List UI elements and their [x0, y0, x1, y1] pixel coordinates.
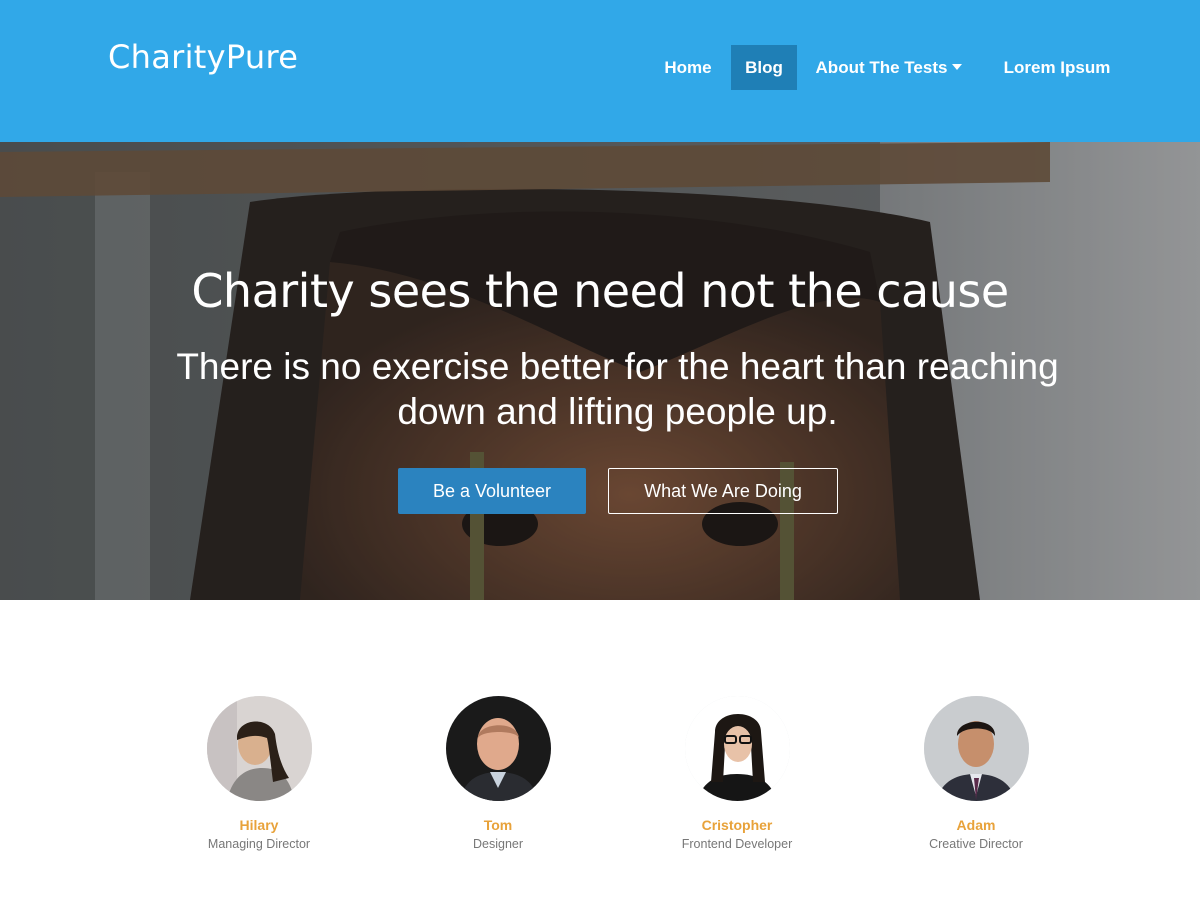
- nav-item-label: Lorem Ipsum: [1003, 58, 1111, 77]
- avatar-photo: [923, 696, 1029, 801]
- nav-item-blog[interactable]: Blog: [731, 45, 797, 90]
- member-role: Creative Director: [929, 837, 1023, 851]
- member-name: Cristopher: [701, 817, 773, 833]
- team-member: Adam Creative Director: [876, 696, 1076, 851]
- volunteer-button[interactable]: Be a Volunteer: [398, 468, 586, 514]
- nav-item-label: About The Tests: [815, 58, 948, 77]
- avatar[interactable]: [923, 696, 1029, 801]
- hero-subtitle: There is no exercise better for the hear…: [176, 346, 1059, 432]
- nav-item-label: Home: [664, 58, 712, 77]
- hero-section: Charity sees the need not the cause Ther…: [0, 142, 1200, 600]
- team-section: Hilary Managing Director Tom Designer Cr…: [0, 600, 1200, 900]
- member-name: Hilary: [239, 817, 279, 833]
- avatar-photo: [684, 696, 790, 801]
- team-member: Tom Designer: [398, 696, 598, 851]
- nav-item-lorem-ipsum[interactable]: Lorem Ipsum: [993, 45, 1121, 90]
- member-role: Designer: [472, 837, 524, 851]
- member-role: Frontend Developer: [681, 837, 793, 851]
- avatar-photo: [206, 696, 312, 801]
- avatar[interactable]: [684, 696, 790, 801]
- member-name: Tom: [483, 817, 513, 833]
- main-nav: Home Blog About The Tests Lorem Ipsum: [0, 45, 1200, 90]
- avatar[interactable]: [206, 696, 312, 801]
- site-header: CharityPure Home Blog About The Tests Lo…: [0, 0, 1200, 142]
- member-role: Managing Director: [207, 837, 311, 851]
- member-name: Adam: [956, 817, 996, 833]
- team-member: Cristopher Frontend Developer: [637, 696, 837, 851]
- nav-item-label: Blog: [745, 58, 783, 77]
- what-we-are-doing-button[interactable]: What We Are Doing: [608, 468, 838, 514]
- nav-item-about-the-tests[interactable]: About The Tests: [808, 45, 970, 90]
- nav-item-home[interactable]: Home: [651, 45, 725, 90]
- team-member: Hilary Managing Director: [159, 696, 359, 851]
- hero-title: Charity sees the need not the cause: [191, 264, 1009, 318]
- avatar[interactable]: [445, 696, 551, 801]
- caret-down-icon: [952, 63, 963, 70]
- avatar-photo: [445, 696, 551, 801]
